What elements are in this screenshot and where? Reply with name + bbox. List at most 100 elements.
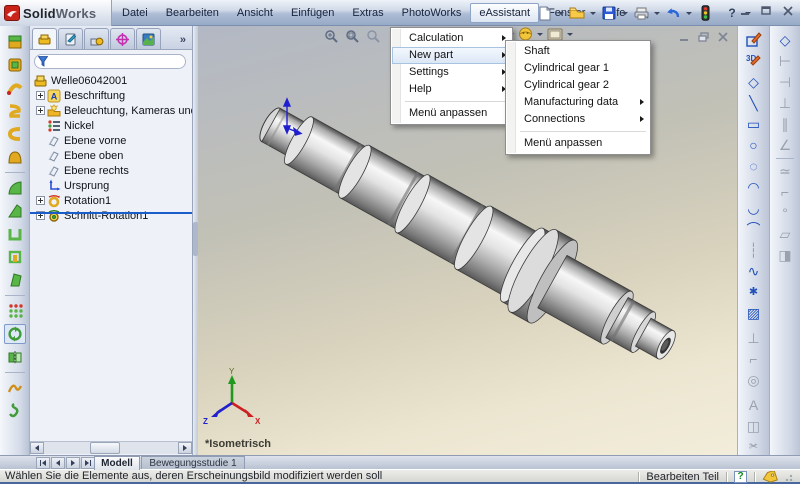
helix-icon[interactable] (4, 401, 26, 421)
draft-icon[interactable] (4, 270, 26, 290)
extruded-boss-icon[interactable] (4, 32, 26, 52)
ordinate-dimension-icon[interactable]: ⊥ (775, 94, 795, 113)
rollback-bar[interactable] (30, 212, 192, 214)
menu-bearbeiten[interactable]: Bearbeiten (157, 3, 228, 23)
circular-pattern-icon[interactable] (4, 324, 26, 344)
scroll-left-button[interactable] (30, 442, 44, 454)
displaymanager-tab[interactable] (136, 28, 161, 49)
lofted-boss-icon[interactable] (4, 101, 26, 121)
text-icon[interactable]: A (744, 396, 764, 415)
print-icon[interactable] (632, 4, 650, 22)
sketch-icon[interactable] (744, 31, 764, 50)
circle-icon[interactable]: ○ (744, 136, 764, 155)
tangent-arc-icon[interactable]: ◡ (744, 199, 764, 218)
chamfer-icon[interactable] (4, 201, 26, 221)
print-caret[interactable] (654, 12, 660, 15)
rebuild-traffic-light-icon[interactable] (696, 4, 714, 22)
expand-icon[interactable] (36, 196, 45, 205)
tree-item-schnitt-rotation1[interactable]: Schnitt-Rotation1 (30, 208, 192, 223)
scroll-right-button[interactable] (178, 442, 192, 454)
submenu-item-shaft[interactable]: Shaft (507, 43, 649, 60)
zoom-to-fit-icon[interactable] (324, 29, 339, 44)
vertical-dimension-icon[interactable]: ⊣ (775, 73, 795, 92)
menu-item-menue-anpassen[interactable]: Menü anpassen (392, 105, 511, 122)
perimeter-circle-icon[interactable]: ◌ (744, 157, 764, 176)
tree-filter[interactable] (34, 54, 186, 69)
make-perpendicular-icon[interactable]: ⊥ (744, 329, 764, 348)
tree-item-rotation1[interactable]: Rotation1 (30, 193, 192, 208)
spline-icon[interactable]: ∿ (744, 262, 764, 281)
horizontal-dimension-icon[interactable]: ⊢ (775, 52, 795, 71)
menu-datei[interactable]: Datei (113, 3, 157, 23)
menu-item-calculation[interactable]: Calculation (392, 30, 511, 47)
previous-tab-button[interactable] (51, 457, 65, 469)
tab-modell[interactable]: Modell (94, 456, 140, 470)
scene-caret[interactable] (567, 33, 573, 36)
three-point-arc-icon[interactable]: ⌒ (744, 220, 764, 239)
app-minimize-button[interactable] (739, 5, 752, 17)
doc-restore-button[interactable] (698, 29, 709, 47)
configurationmanager-tab[interactable] (84, 28, 109, 49)
submenu-item-menue-anpassen[interactable]: Menü anpassen (507, 135, 649, 152)
shell-icon[interactable] (4, 224, 26, 244)
tab-bewegungsstudie-1[interactable]: Bewegungsstudie 1 (141, 456, 245, 470)
expand-icon[interactable] (36, 91, 45, 100)
centerpoint-arc-icon[interactable]: ◠ (744, 178, 764, 197)
open-icon[interactable] (568, 4, 586, 22)
boundary-boss-icon[interactable] (4, 124, 26, 144)
tree-item-beschriftung[interactable]: A Beschriftung (30, 88, 192, 103)
panel-horizontal-scrollbar[interactable] (30, 441, 192, 454)
menu-photoworks[interactable]: PhotoWorks (393, 3, 471, 23)
undo-caret[interactable] (686, 12, 692, 15)
panel-tabs-overflow[interactable]: » (180, 34, 190, 49)
menu-extras[interactable]: Extras (343, 3, 392, 23)
tree-item-ebene-oben[interactable]: Ebene oben (30, 148, 192, 163)
baseline-dimension-icon[interactable]: ∥ (775, 115, 795, 134)
tree-item-nickel[interactable]: Nickel (30, 118, 192, 133)
smart-dimension-icon[interactable]: ◇ (744, 73, 764, 92)
offset-entities-icon[interactable]: ◎ (744, 371, 764, 390)
submenu-item-cylindrical-gear-2[interactable]: Cylindrical gear 2 (507, 77, 649, 94)
chamfer-dimension-icon[interactable]: ∠ (775, 136, 795, 155)
next-tab-button[interactable] (66, 457, 80, 469)
toolbar-more-chevron-icon[interactable]: ⌄ (744, 433, 764, 452)
scrollbar-track[interactable] (44, 442, 178, 454)
dome-icon[interactable] (4, 147, 26, 167)
tree-item-beleuchtung[interactable]: Beleuchtung, Kameras und Büh (30, 103, 192, 118)
mirror-icon[interactable] (4, 347, 26, 367)
geometric-relation-icon[interactable]: ≃ (775, 162, 795, 181)
tree-item-ebene-rechts[interactable]: Ebene rechts (30, 163, 192, 178)
doc-close-button[interactable] (718, 29, 728, 47)
appearance-icon[interactable] (518, 27, 533, 41)
zoom-in-out-icon[interactable] (366, 29, 381, 44)
save-caret[interactable] (622, 12, 628, 15)
quick-tips-help-icon[interactable]: ? (734, 471, 747, 483)
undo-icon[interactable] (664, 4, 682, 22)
smart-dimension-icon[interactable]: ◇ (775, 31, 795, 50)
angle-dimension-icon[interactable]: ° (775, 204, 795, 223)
menu-item-help[interactable]: Help (392, 81, 511, 98)
menu-item-new-part[interactable]: New part (392, 47, 511, 64)
last-tab-button[interactable] (81, 457, 95, 469)
tree-item-ursprung[interactable]: Ursprung (30, 178, 192, 193)
area-hatch-icon[interactable]: ▨ (744, 304, 764, 323)
save-icon[interactable] (600, 4, 618, 22)
expand-icon[interactable] (36, 106, 45, 115)
menu-ansicht[interactable]: Ansicht (228, 3, 282, 23)
fillet-icon[interactable] (4, 178, 26, 198)
linear-pattern-icon[interactable] (4, 301, 26, 321)
new-document-icon[interactable] (536, 4, 554, 22)
point-icon[interactable]: ✱ (744, 283, 764, 302)
menu-einfuegen[interactable]: Einfügen (282, 3, 343, 23)
submenu-item-manufacturing-data[interactable]: Manufacturing data (507, 94, 649, 111)
menu-eassistant[interactable]: eAssistant (470, 3, 539, 23)
doc-minimize-button[interactable] (680, 29, 689, 47)
line-icon[interactable]: ╲ (744, 94, 764, 113)
swept-boss-icon[interactable] (4, 78, 26, 98)
app-close-button[interactable] (781, 5, 794, 17)
centerline-icon[interactable]: ┆ (744, 241, 764, 260)
open-caret[interactable] (590, 12, 596, 15)
parallelogram-dimension-icon[interactable]: ▱ (775, 225, 795, 244)
first-tab-button[interactable] (36, 457, 50, 469)
half-section-icon[interactable]: ◨ (775, 246, 795, 265)
